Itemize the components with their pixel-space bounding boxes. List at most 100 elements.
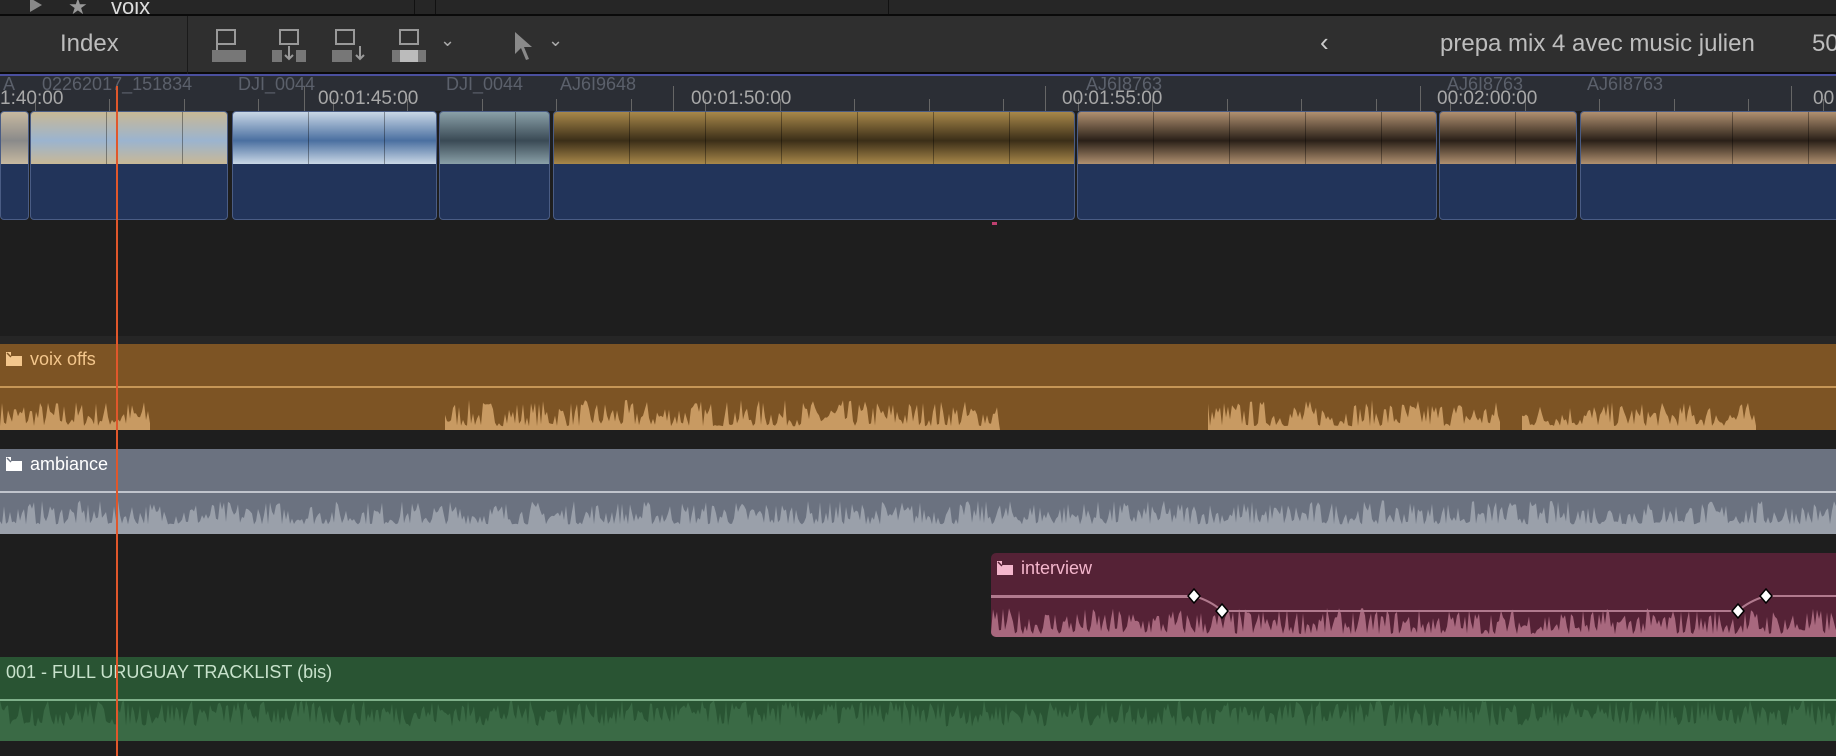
video-clip[interactable] [1077, 111, 1437, 220]
clip-thumbnail [554, 112, 630, 164]
video-clip[interactable] [0, 111, 29, 220]
timecode: 00:01:50:00 [691, 88, 792, 109]
clip-thumbnail [1516, 112, 1576, 164]
ruler-tick [109, 99, 110, 111]
folder-label: voix [111, 0, 151, 14]
role-icon [6, 352, 22, 366]
volume-keyframe[interactable] [1187, 587, 1201, 605]
overwrite-clip-icon[interactable] [390, 26, 430, 66]
clip-thumbnail [31, 112, 107, 164]
clip-thumbnail [1581, 112, 1657, 164]
marker[interactable] [992, 222, 997, 225]
append-clip-icon[interactable] [330, 26, 370, 66]
clip-thumbnail [1154, 112, 1230, 164]
video-clip[interactable] [1439, 111, 1577, 220]
video-clip[interactable] [1580, 111, 1836, 220]
video-clip[interactable] [439, 111, 550, 220]
ruler-major-tick [1420, 86, 1421, 111]
ruler-tick [1003, 99, 1004, 111]
volume-keyframe[interactable] [1215, 602, 1229, 620]
ruler-major-tick [673, 86, 674, 111]
clip-thumbnail [1733, 112, 1809, 164]
clip-name: DJI_0044 [238, 74, 316, 94]
audio-lane-001[interactable]: 001 - FULL URUGUAY TRACKLIST (bis) [0, 657, 1836, 741]
clip-thumbnail [1809, 112, 1836, 164]
clip-thumbnail [1010, 112, 1074, 164]
clip-thumbnail [1, 112, 28, 164]
audio-lane-interview[interactable]: interview [991, 553, 1836, 637]
ruler-major-tick [1791, 86, 1792, 111]
clip-name: AJ6I8763 [1587, 74, 1664, 94]
lane-label: voix offs [30, 349, 96, 369]
clip-thumbnail [934, 112, 1010, 164]
timecode: 00:02:00:00 [1437, 88, 1538, 109]
volume-line[interactable] [0, 386, 1836, 388]
clip-thumbnail [1657, 112, 1733, 164]
timeline-toolbar: Index ⌄ ⌄ ‹ prepa mix 4 avec music julie… [0, 14, 1836, 74]
ruler-tick [1674, 99, 1675, 111]
clip-thumbnail [233, 112, 309, 164]
clip-name: AJ6I9648 [560, 74, 637, 94]
clip-thumbnail [516, 112, 549, 164]
clip-thumbnail [309, 112, 385, 164]
ruler-tick [854, 99, 855, 111]
ruler-tick [1376, 99, 1377, 111]
clip-thumbnail [183, 112, 227, 164]
connect-clip-icon[interactable] [210, 26, 250, 66]
video-clip[interactable] [232, 111, 437, 220]
ruler-tick [1599, 99, 1600, 111]
audio-waveform [0, 382, 1836, 430]
index-button[interactable]: Index [60, 30, 119, 58]
clip-thumbnail [1230, 112, 1306, 164]
clip-thumbnail [107, 112, 183, 164]
clip-name: DJI_0044 [446, 74, 524, 94]
lane-label: 001 - FULL URUGUAY TRACKLIST (bis) [6, 662, 333, 682]
clip-thumbnail [1440, 112, 1516, 164]
audio-lane-voix[interactable]: voix offs [0, 344, 1836, 430]
volume-line[interactable] [0, 491, 1836, 493]
ruler-tick [929, 99, 930, 111]
clip-thumbnail [1382, 112, 1436, 164]
timecode: 00 [1813, 88, 1835, 109]
clip-thumbnail [630, 112, 706, 164]
clip-thumbnail [1306, 112, 1382, 164]
ruler-tick [258, 99, 259, 111]
video-clip[interactable] [553, 111, 1075, 220]
zoom-readout: 50 [1812, 30, 1836, 57]
clip-thumbnail [706, 112, 782, 164]
ruler-tick [631, 99, 632, 111]
browser-strip: ★ voix [0, 0, 1836, 14]
disclosure-triangle-icon[interactable] [30, 0, 42, 12]
volume-line[interactable] [0, 699, 1836, 701]
clip-thumbnail [858, 112, 934, 164]
role-icon [6, 457, 22, 471]
timeline-ruler[interactable]: A 02262017_151834 DJI_0044 DJI_0044 AJ6I… [0, 74, 1836, 111]
ruler-major-tick [1045, 86, 1046, 111]
tool-chevron-down-icon[interactable]: ⌄ [548, 30, 563, 51]
clip-thumbnail [1078, 112, 1154, 164]
lane-label: ambiance [30, 454, 109, 474]
audio-waveform [0, 486, 1836, 534]
timecode: 1:40:00 [0, 88, 64, 109]
ruler-tick [1301, 99, 1302, 111]
volume-keyframe[interactable] [1731, 602, 1745, 620]
audio-lane-ambiance[interactable]: ambiance [0, 449, 1836, 534]
video-clip[interactable] [30, 111, 228, 220]
timecode: 00:01:55:00 [1062, 88, 1163, 109]
chevron-left-icon[interactable]: ‹ [1320, 27, 1329, 58]
ruler-tick [482, 99, 483, 111]
project-title: prepa mix 4 avec music julien [1440, 30, 1755, 57]
playhead[interactable] [116, 86, 118, 756]
edit-options-chevron-down-icon[interactable]: ⌄ [440, 30, 455, 51]
clip-thumbnail [440, 112, 516, 164]
ruler-tick [184, 99, 185, 111]
timecode: 00:01:45:00 [318, 88, 419, 109]
star-icon: ★ [68, 0, 88, 14]
clip-thumbnail [385, 112, 436, 164]
insert-clip-icon[interactable] [270, 26, 310, 66]
select-arrow-icon[interactable] [512, 30, 536, 62]
ruler-tick [556, 99, 557, 111]
volume-keyframe[interactable] [1759, 587, 1773, 605]
clip-thumbnail [782, 112, 858, 164]
ruler-tick [1227, 99, 1228, 111]
